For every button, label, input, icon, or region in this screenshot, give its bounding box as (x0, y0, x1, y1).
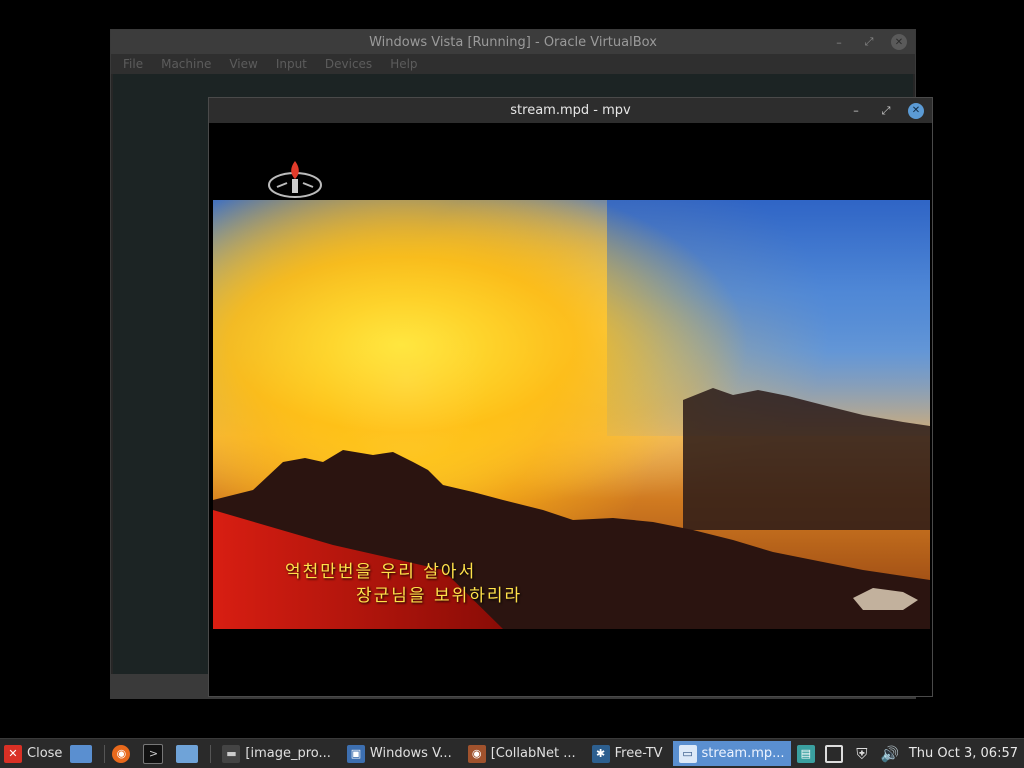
menu-devices[interactable]: Devices (325, 57, 372, 71)
virtualbox-icon: ▣ (346, 744, 365, 763)
taskbar: ✕ Close ◉ > ▬ [image_pro... ▣ Windows V.… (0, 738, 1024, 768)
menu-help[interactable]: Help (390, 57, 417, 71)
close-icon[interactable]: ✕ (891, 34, 907, 50)
launcher-files[interactable] (172, 739, 207, 768)
app-icon: ✱ (591, 744, 610, 763)
task-label: Free-TV (614, 746, 663, 761)
task-label: Windows V... (369, 746, 452, 761)
menu-file[interactable]: File (123, 57, 143, 71)
close-label: Close (27, 746, 63, 761)
virtualbox-titlebar[interactable]: Windows Vista [Running] - Oracle Virtual… (111, 30, 915, 54)
separator (104, 744, 106, 763)
maximize-icon[interactable]: ⤢ (861, 34, 877, 50)
mpv-titlebar[interactable]: stream.mpd - mpv – ⤢ ✕ (209, 98, 932, 123)
task-label: [image_pro... (245, 746, 331, 761)
launcher-terminal[interactable]: > (139, 739, 172, 768)
volume-icon[interactable]: 🔊 (880, 745, 899, 763)
subtitle-line-1: 억천만번을 우리 살아서 (285, 562, 477, 582)
terminal-icon: > (143, 743, 164, 764)
video-frame: 억천만번을 우리 살아서 장군님을 보위하리라 (213, 200, 930, 629)
task-label: stream.mp... (701, 746, 785, 761)
desktop-icon (70, 744, 93, 763)
minimize-icon[interactable]: – (831, 34, 847, 50)
close-x-icon: ✕ (4, 744, 22, 763)
virtualbox-title: Windows Vista [Running] - Oracle Virtual… (369, 34, 657, 50)
virtualbox-menubar: File Machine View Input Devices Help (111, 54, 915, 74)
task-label: [CollabNet ... (490, 746, 576, 761)
clipboard-icon[interactable]: ▤ (796, 744, 815, 763)
shield-update-icon[interactable]: ⛨ (853, 745, 871, 763)
broadcast-logo-icon (268, 161, 322, 198)
task-windows-vista[interactable]: ▣ Windows V... (341, 741, 458, 766)
task-collabnet[interactable]: ◉ [CollabNet ... (462, 741, 582, 766)
menu-view[interactable]: View (229, 57, 257, 71)
show-desktop-button[interactable] (66, 739, 101, 768)
launcher-firefox[interactable]: ◉ (108, 739, 139, 768)
task-image-pro[interactable]: ▬ [image_pro... (216, 741, 337, 766)
mpv-icon: ▭ (678, 744, 697, 763)
menu-machine[interactable]: Machine (161, 57, 211, 71)
terminal-icon: ▬ (222, 744, 241, 763)
folder-icon (176, 744, 199, 763)
firefox-icon: ◉ (112, 744, 131, 763)
separator (210, 744, 212, 763)
clock[interactable]: Thu Oct 3, 06:57 (909, 746, 1018, 761)
task-stream-mpv[interactable]: ▭ stream.mp... (672, 741, 791, 766)
minimize-icon[interactable]: – (848, 103, 864, 119)
video-area[interactable]: 억천만번을 우리 살아서 장군님을 보위하리라 (211, 123, 930, 694)
close-button[interactable]: ✕ Close (0, 739, 66, 768)
maximize-icon[interactable]: ⤢ (878, 103, 894, 119)
window-icon[interactable] (824, 744, 843, 763)
close-icon[interactable]: ✕ (908, 102, 924, 119)
mpv-title: stream.mpd - mpv (510, 103, 631, 118)
firefox-icon: ◉ (467, 744, 486, 763)
subtitle-line-2: 장군님을 보위하리라 (356, 586, 523, 606)
menu-input[interactable]: Input (276, 57, 307, 71)
mpv-window[interactable]: stream.mpd - mpv – ⤢ ✕ 억천만번을 우리 살아서 장군님을… (208, 97, 933, 697)
task-free-tv[interactable]: ✱ Free-TV (586, 741, 669, 766)
